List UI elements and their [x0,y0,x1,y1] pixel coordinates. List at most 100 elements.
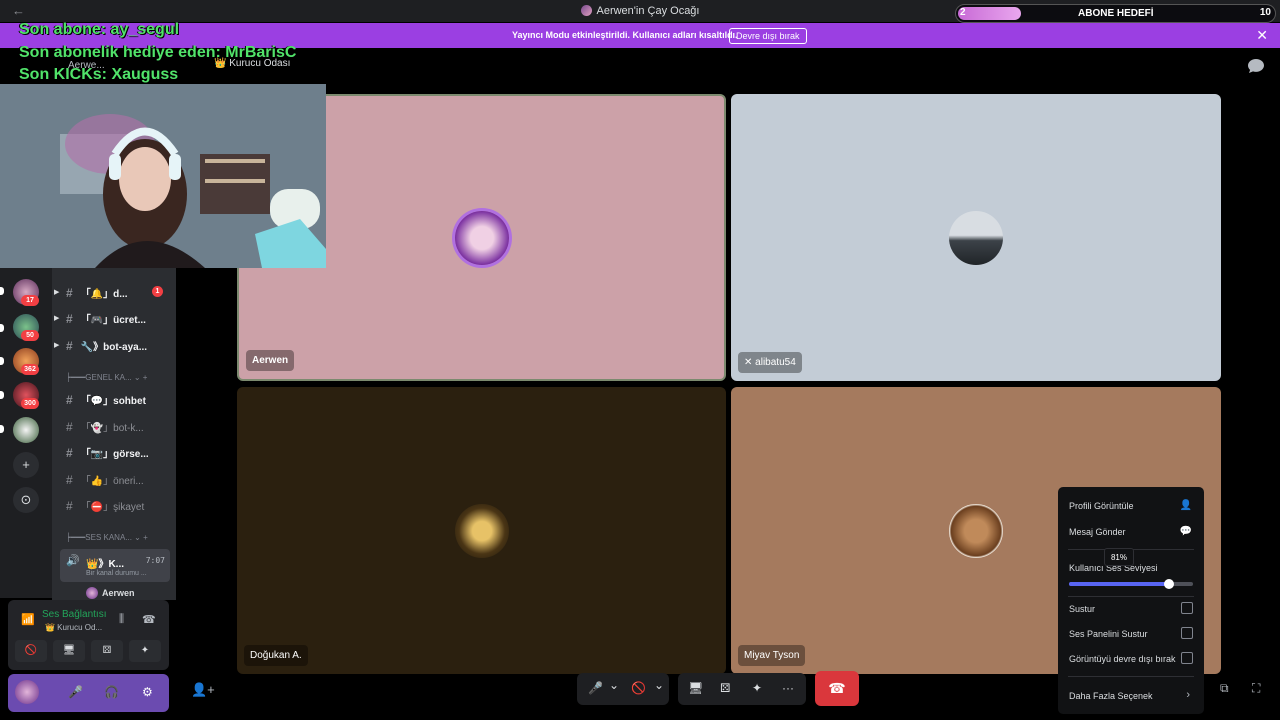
menu-view-profile[interactable]: Profili Görüntüle [1069,501,1134,511]
screen-share-button[interactable]: 🖥 [53,640,85,662]
last-sub-alert: Son abone: ay_segul [19,21,180,38]
chevron-down-icon[interactable]: ⌄ [654,678,664,692]
unread-indicator-icon: ▶ [54,342,60,349]
hash-icon: # [66,473,73,487]
chat-bubble-icon[interactable] [1247,58,1265,74]
call-controls-left: 🎤 ⌄ 🚫 ⌄ [577,673,669,705]
menu-send-message[interactable]: Mesaj Gönder [1069,527,1126,537]
activities-button[interactable]: ⚄ [91,640,123,662]
hash-icon: # [66,499,73,513]
menu-more-options[interactable]: Daha Fazla Seçenek [1069,691,1153,701]
menu-divider [1068,596,1194,597]
server-badge-1: 17 [21,295,39,306]
streamer-webcam [0,84,326,268]
menu-divider [1068,676,1194,677]
channel-label: 「📷」görse... [80,449,149,460]
avatar [454,503,509,558]
mute-soundboard-checkbox[interactable] [1181,627,1193,639]
server-badge-2: 50 [21,330,39,341]
hash-icon: # [66,420,73,434]
mute-checkbox[interactable] [1181,602,1193,614]
participant-tile-dogukan[interactable]: Doğukan A. [237,387,726,674]
channel-item[interactable]: ▶ # 「🎮」ücret... [54,311,146,326]
voice-channel-label: 👑》K... [86,559,125,570]
sub-goal-label: ABONE HEDEFİ [1078,8,1154,19]
participant-name-row: ✕ alibatu54 [738,352,802,373]
last-gift-alert: Son abonelik hediye eden: MrBarisC [19,44,297,61]
noise-suppression-icon[interactable]: ⫼ [119,613,124,626]
popout-icon[interactable]: ⧉ [1220,681,1229,696]
avatar [454,210,509,265]
voice-connection-channel[interactable]: 👑 Kurucu Od... [45,623,102,632]
category-general[interactable]: ┝━━━GENEL KA... ⌄ + [66,373,147,382]
participant-name: Doğukan A. [244,645,308,666]
mic-icon[interactable]: 🎤 [588,681,603,695]
soundboard-button[interactable]: ✦ [129,640,161,662]
avatar [949,503,1003,558]
headphones-icon[interactable]: 🎧 [104,685,119,699]
menu-disable-video[interactable]: Görüntüyü devre dışı bırak [1069,654,1176,664]
voice-channel-item[interactable]: 🔊 👑》K... 7:07 Bir kanal durumu ... [60,549,170,582]
channel-item[interactable]: # 「📷」görse... [66,445,149,460]
voice-connection-status[interactable]: Ses Bağlantısı [42,609,106,620]
category-label: GENEL KA... [85,373,132,382]
channel-item[interactable]: # 「⛔」şikayet [66,498,144,513]
user-context-menu: Profili Görüntüle 👤 Mesaj Gönder 💬 Kulla… [1058,487,1204,714]
volume-slider-handle[interactable] [1164,579,1175,589]
voice-channel-time: 7:07 [145,556,165,565]
server-icon-5[interactable] [13,417,39,443]
server-icon [580,5,592,16]
camera-off-button[interactable]: 🚫 [15,640,47,662]
muted-mic-icon: ✕ [744,357,753,368]
channel-item[interactable]: # 「👻」bot-k... [66,419,144,434]
signal-icon[interactable]: 📶 [21,613,35,626]
participant-name: Miyav Tyson [738,645,806,666]
camera-off-icon[interactable]: 🚫 [631,681,646,695]
mic-icon[interactable]: 🎤 [68,685,83,699]
add-server-icon[interactable]: + [13,452,39,478]
avatar[interactable] [15,680,39,704]
last-kicks-alert: Son KICKs: Xauguss [19,66,179,83]
settings-icon[interactable]: ⚙ [142,685,153,699]
voice-channel-status[interactable]: Bir kanal durumu ... [86,570,147,577]
server-indicator [0,357,4,365]
screen-share-icon[interactable]: 🖥 [688,681,703,695]
participant-tile-alibatu54[interactable]: ✕ alibatu54 [731,94,1221,381]
volume-slider[interactable] [1069,582,1193,586]
banner-close-icon[interactable]: ✕ [1256,27,1268,44]
disconnect-icon[interactable]: ☎ [142,613,156,626]
fullscreen-icon[interactable]: ⛶ [1252,681,1260,696]
channel-label: 「👻」bot-k... [80,423,144,434]
server-indicator [0,287,4,295]
webcam-image [0,84,326,268]
channel-item[interactable]: # 「💬」sohbet [66,392,146,407]
channel-label: 「⛔」şikayet [80,502,145,513]
menu-mute-soundboard[interactable]: Ses Panelini Sustur [1069,629,1148,639]
channel-label: 「💬」sohbet [80,396,146,407]
disable-video-checkbox[interactable] [1181,652,1193,664]
sub-goal-target: 10 [1259,7,1271,18]
soundboard-icon[interactable]: ✦ [752,681,762,695]
disable-streamer-mode-button[interactable]: Devre dışı bırak [729,28,807,44]
more-options-icon[interactable]: ··· [782,681,794,695]
voice-user[interactable]: Aerwen [86,587,135,599]
category-voice[interactable]: ┝━━━SES KANA... ⌄ + [66,533,148,542]
server-indicator [0,324,4,332]
channel-item[interactable]: ▶ # 「🔔」d... [54,285,128,300]
channel-item[interactable]: # 「👍」öneri... [66,472,144,487]
invite-user-icon[interactable]: 👤+ [191,682,215,698]
activities-icon[interactable]: ⚄ [720,681,730,695]
hash-icon: # [66,312,73,326]
channel-item[interactable]: ▶ # 🔧》bot-aya... [54,338,147,353]
speaker-icon: 🔊 [66,555,80,567]
end-call-button[interactable]: ☎ [815,671,859,706]
channel-label: 「🔔」d... [80,289,128,300]
chevron-down-icon[interactable]: ⌄ [609,678,619,692]
profile-icon: 👤 [1179,500,1192,511]
channel-label: 「👍」öneri... [80,476,144,487]
volume-slider-fill [1069,582,1170,586]
banner-message: Yayıncı Modu etkinleştirildi. Kullanıcı … [512,30,738,40]
discover-icon[interactable]: ⊙ [13,487,39,513]
menu-mute[interactable]: Sustur [1069,604,1095,614]
sub-goal-widget: 2 ABONE HEDEFİ 10 [955,4,1276,23]
